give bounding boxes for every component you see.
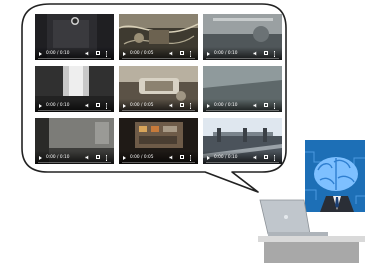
play-icon[interactable] xyxy=(207,51,210,56)
video-controls: 0:00 / 0:10 xyxy=(35,151,114,164)
play-icon[interactable] xyxy=(39,51,42,56)
progress-bar[interactable] xyxy=(122,109,195,111)
progress-bar[interactable] xyxy=(206,57,279,59)
video-tile-7[interactable]: 0:00 / 0:10 xyxy=(35,118,114,164)
progress-bar[interactable] xyxy=(38,109,111,111)
play-icon[interactable] xyxy=(39,103,42,108)
volume-icon[interactable] xyxy=(85,51,90,56)
fullscreen-icon[interactable] xyxy=(180,103,184,107)
video-tile-2[interactable]: 0:00 / 0:05 xyxy=(119,14,198,60)
progress-bar[interactable] xyxy=(38,57,111,59)
brain-icon xyxy=(314,157,358,191)
progress-bar[interactable] xyxy=(122,57,195,59)
video-tile-3[interactable]: 0:00 / 0:10 xyxy=(203,14,282,60)
more-icon[interactable] xyxy=(190,102,192,109)
video-controls: 0:00 / 0:05 xyxy=(119,99,198,112)
fullscreen-icon[interactable] xyxy=(264,51,268,55)
more-icon[interactable] xyxy=(106,102,108,109)
video-tile-1[interactable]: 0:00 / 0:10 xyxy=(35,14,114,60)
fullscreen-icon[interactable] xyxy=(180,155,184,159)
fullscreen-icon[interactable] xyxy=(96,103,100,107)
play-icon[interactable] xyxy=(39,155,42,160)
more-icon[interactable] xyxy=(190,50,192,57)
volume-icon[interactable] xyxy=(169,103,174,108)
progress-bar[interactable] xyxy=(38,161,111,163)
fullscreen-icon[interactable] xyxy=(96,51,100,55)
volume-icon[interactable] xyxy=(169,155,174,160)
fullscreen-icon[interactable] xyxy=(180,51,184,55)
desk xyxy=(258,236,365,242)
play-icon[interactable] xyxy=(123,103,126,108)
ai-operator-illustration xyxy=(258,140,365,263)
video-tile-5[interactable]: 0:00 / 0:05 xyxy=(119,66,198,112)
video-tile-4[interactable]: 0:00 / 0:10 xyxy=(35,66,114,112)
more-icon[interactable] xyxy=(274,102,276,109)
volume-icon[interactable] xyxy=(169,51,174,56)
video-controls: 0:00 / 0:05 xyxy=(119,151,198,164)
play-icon[interactable] xyxy=(123,155,126,160)
video-tile-8[interactable]: 0:00 / 0:05 xyxy=(119,118,198,164)
video-controls: 0:00 / 0:10 xyxy=(35,99,114,112)
progress-bar[interactable] xyxy=(122,161,195,163)
fullscreen-icon[interactable] xyxy=(264,103,268,107)
video-controls: 0:00 / 0:10 xyxy=(203,99,282,112)
fullscreen-icon[interactable] xyxy=(96,155,100,159)
more-icon[interactable] xyxy=(190,154,192,161)
play-icon[interactable] xyxy=(123,51,126,56)
volume-icon[interactable] xyxy=(253,51,258,56)
video-grid: 0:00 / 0:10 0:00 / 0:05 0:00 / 0:10 0:00… xyxy=(35,14,282,164)
video-tile-6[interactable]: 0:00 / 0:10 xyxy=(203,66,282,112)
volume-icon[interactable] xyxy=(253,103,258,108)
more-icon[interactable] xyxy=(274,50,276,57)
play-icon[interactable] xyxy=(207,155,210,160)
volume-icon[interactable] xyxy=(85,103,90,108)
more-icon[interactable] xyxy=(106,154,108,161)
more-icon[interactable] xyxy=(106,50,108,57)
progress-bar[interactable] xyxy=(206,109,279,111)
video-controls: 0:00 / 0:05 xyxy=(119,47,198,60)
volume-icon[interactable] xyxy=(85,155,90,160)
video-controls: 0:00 / 0:10 xyxy=(203,47,282,60)
video-controls: 0:00 / 0:10 xyxy=(35,47,114,60)
play-icon[interactable] xyxy=(207,103,210,108)
